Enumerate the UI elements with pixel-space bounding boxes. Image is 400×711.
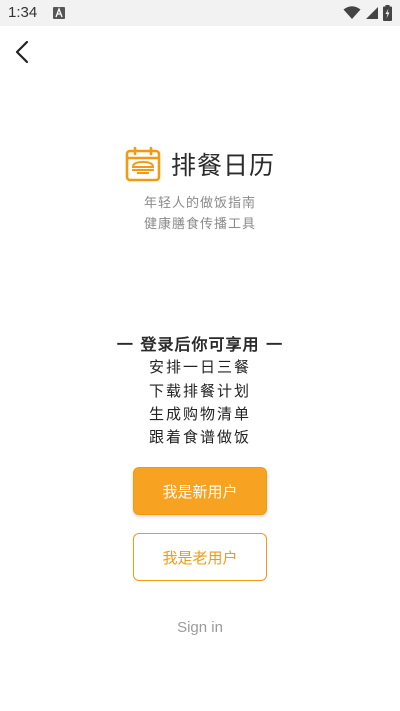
status-time: 1:34 <box>8 4 38 21</box>
benefit-item: 跟着食谱做饭 <box>148 428 251 446</box>
new-user-button-label: 我是新用户 <box>162 482 238 501</box>
signal-icon <box>366 7 378 19</box>
status-bar: 1:34 <box>0 0 400 26</box>
new-user-button[interactable]: 我是新用户 <box>133 467 267 515</box>
old-user-button[interactable]: 我是老用户 <box>133 533 267 581</box>
app-header: 排餐日历 <box>0 146 400 182</box>
benefit-item: 安排一日三餐 <box>148 358 251 376</box>
status-icons <box>343 5 392 21</box>
chevron-left-icon <box>15 40 29 64</box>
benefit-item: 生成购物清单 <box>148 405 251 423</box>
app-name: 排餐日历 <box>170 151 275 180</box>
back-button[interactable] <box>8 36 40 68</box>
benefit-item: 下载排餐计划 <box>148 382 251 400</box>
battery-charging-icon <box>383 5 392 21</box>
tagline-line2: 健康膳食传播工具 <box>143 217 256 232</box>
tagline-line1: 年轻人的做饭指南 <box>143 196 256 211</box>
wifi-icon <box>343 6 361 19</box>
login-benefits-heading: 一 登录后你可享用 一 <box>116 335 284 354</box>
sign-in-link[interactable]: Sign in <box>0 619 400 636</box>
calendar-icon <box>125 146 161 182</box>
old-user-button-label: 我是老用户 <box>162 548 238 567</box>
a-notification-icon <box>53 7 65 19</box>
